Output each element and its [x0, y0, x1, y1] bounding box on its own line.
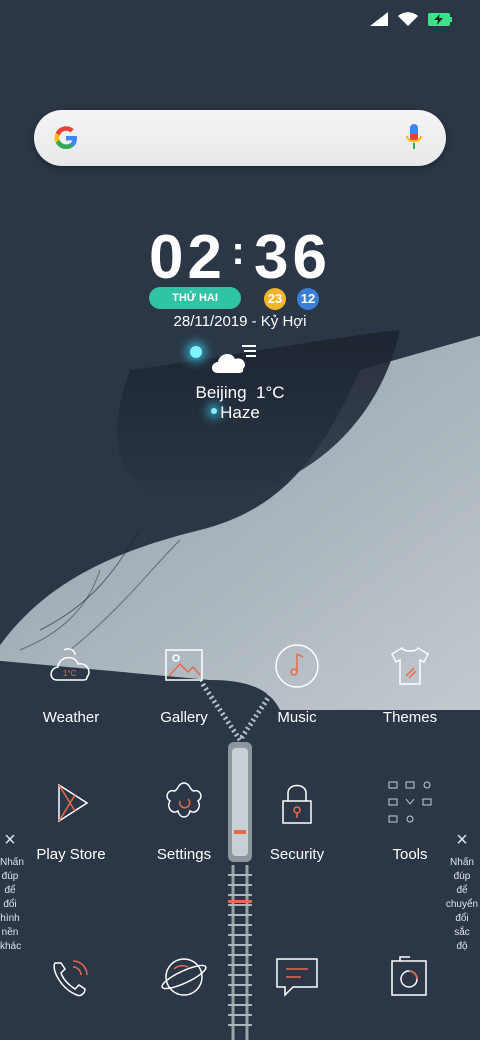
hint-line: để: [456, 885, 468, 896]
svg-text:1°C: 1°C: [63, 669, 77, 678]
app-label: Security: [269, 846, 325, 863]
padlock-icon: [282, 784, 312, 824]
hint-line: Nhấn: [0, 857, 24, 868]
app-play-store[interactable]: Play Store: [15, 779, 127, 863]
hint-line: sắc: [454, 927, 470, 938]
wifi-icon: [398, 12, 418, 26]
hint-line: Nhấn: [450, 857, 474, 868]
clock-separator: :: [231, 229, 249, 273]
mic-icon[interactable]: [404, 123, 424, 153]
hint-line: đúp: [453, 871, 471, 882]
close-icon[interactable]: ×: [444, 830, 480, 850]
app-security[interactable]: Security: [241, 779, 353, 863]
weather-cloud-icon: 1°C: [50, 648, 90, 681]
settings-flower-icon: [166, 782, 202, 818]
music-note-icon: [275, 644, 319, 688]
hint-line: khác: [0, 941, 22, 952]
date-badge-1: 23: [264, 288, 286, 310]
hint-line: độ: [456, 941, 468, 952]
tools-grid-icon: [388, 781, 432, 823]
weather-temp: 1°C: [255, 383, 285, 402]
hint-line: đổi: [3, 899, 17, 910]
phone-icon[interactable]: [47, 955, 95, 999]
app-settings[interactable]: Settings: [128, 779, 240, 863]
google-logo: [54, 126, 77, 149]
hint-line: chuyển: [445, 899, 479, 910]
right-hint[interactable]: × Nhấn đúp để chuyển đổi sắc độ: [444, 830, 480, 954]
weather-location: Beijing 1°C: [0, 383, 480, 403]
app-gallery[interactable]: Gallery: [128, 642, 240, 726]
battery-charging-icon: [428, 12, 452, 26]
clock-hours: 02: [149, 223, 226, 292]
camera-icon[interactable]: [386, 955, 434, 999]
status-bar: [370, 12, 452, 26]
app-label: Weather: [42, 709, 100, 726]
app-label: Gallery: [160, 709, 208, 726]
hint-line: để: [4, 885, 16, 896]
weather-city: Beijing: [195, 383, 247, 402]
clock-minutes: 36: [254, 223, 331, 292]
hint-line: nền: [1, 927, 19, 938]
hint-line: đúp: [1, 871, 19, 882]
signal-icon: [370, 12, 388, 26]
google-search-bar[interactable]: [34, 110, 446, 166]
gallery-image-icon: [165, 649, 203, 681]
app-themes[interactable]: Themes: [354, 642, 466, 726]
weather-condition: Haze: [220, 403, 260, 422]
play-store-icon: [58, 783, 89, 823]
glow-dot: [190, 346, 202, 358]
app-label: Play Store: [36, 846, 106, 863]
browser-planet-icon[interactable]: [160, 955, 208, 999]
hint-line: đổi: [455, 913, 469, 924]
messages-icon[interactable]: [273, 955, 321, 999]
clock-widget[interactable]: 02:36: [0, 222, 480, 293]
app-label: Themes: [382, 709, 438, 726]
cloud-sun-icon[interactable]: [208, 343, 258, 377]
left-hint[interactable]: × Nhấn đúp để đổi hình nền khác: [0, 830, 24, 954]
close-icon[interactable]: ×: [0, 830, 20, 850]
tshirt-icon: [391, 646, 429, 685]
app-weather[interactable]: 1°C Weather: [15, 642, 127, 726]
app-label: Settings: [156, 846, 212, 863]
weekday-pill: THỨ HAI: [149, 287, 241, 309]
lunar-date: 28/11/2019 - Kỷ Hợi: [173, 313, 307, 330]
date-badge-2: 12: [297, 288, 319, 310]
app-music[interactable]: Music: [241, 642, 353, 726]
app-label: Music: [277, 709, 317, 726]
hint-line: hình: [0, 913, 20, 924]
